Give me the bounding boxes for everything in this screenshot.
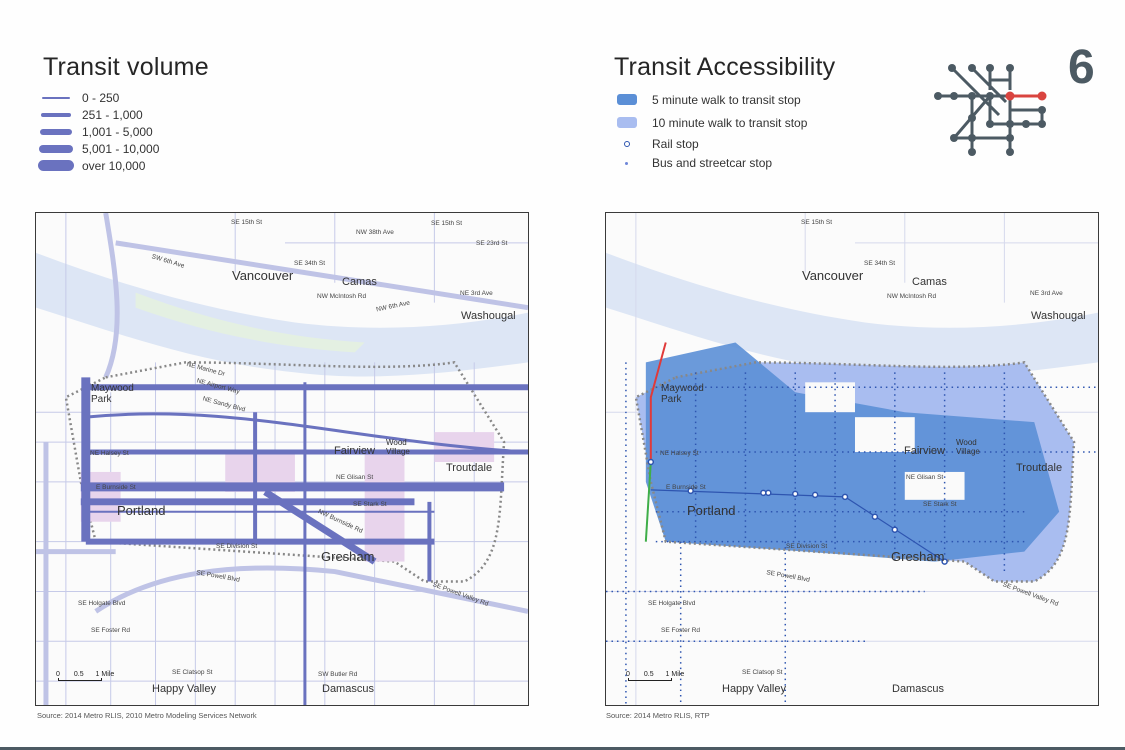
street-label: SE 15th St — [231, 219, 263, 226]
street-label: SW Butler Rd — [318, 671, 358, 678]
legend-item: Bus and streetcar stop — [617, 154, 772, 172]
street-label: SE 23rd St — [476, 240, 508, 247]
scale-tick: 1 — [95, 671, 100, 678]
legend-item: 251 - 1,000 — [38, 106, 143, 123]
scale-unit: Mile — [101, 671, 115, 678]
legend-item: 10 minute walk to transit stop — [617, 111, 807, 134]
city-label-damascus: Damascus — [892, 683, 944, 695]
legend-label: 0 - 250 — [82, 90, 120, 105]
street-label: SE Foster Rd — [661, 627, 701, 634]
street-label: NE Halsey St — [660, 450, 699, 457]
street-label: SE 15th St — [431, 220, 463, 227]
street-label: NE 3rd Ave — [460, 290, 493, 297]
legend-item: 0 - 250 — [38, 89, 119, 106]
bus-stop-icon — [625, 161, 628, 165]
scale-tick: 0.5 — [643, 671, 654, 678]
street-label: SE Division St — [216, 543, 258, 550]
legend-label: 1,001 - 5,000 — [82, 124, 153, 139]
scale-unit: Mile — [671, 671, 685, 678]
legend-item: 5 minute walk to transit stop — [617, 88, 801, 111]
city-label-vancouver: Vancouver — [802, 268, 864, 283]
street-label: SE 34th St — [294, 260, 326, 267]
city-label-fairview: Fairview — [904, 445, 945, 457]
page-number: 6 — [1068, 41, 1095, 94]
line-width-swatch — [41, 112, 71, 117]
legend-label: over 10,000 — [82, 158, 146, 173]
city-label-washougal: Washougal — [461, 310, 516, 322]
legend-item: Rail stop — [617, 134, 699, 154]
legend-label: 10 minute walk to transit stop — [652, 115, 808, 130]
transit-volume-title: Transit volume — [43, 53, 209, 81]
legend-item: over 10,000 — [38, 157, 145, 174]
five-minute-walk-swatch — [617, 94, 637, 105]
city-label-washougal: Washougal — [1031, 310, 1086, 322]
city-label-camas: Camas — [342, 276, 377, 288]
street-label: SE Holgate Blvd — [648, 600, 696, 607]
city-label-camas: Camas — [912, 276, 947, 288]
street-label: SE Stark St — [923, 501, 957, 508]
street-label: SE 15th St — [801, 219, 833, 226]
city-label-troutdale: Troutdale — [1016, 462, 1063, 474]
street-label: NW McIntosh Rd — [317, 293, 367, 300]
legend-label: 251 - 1,000 — [82, 107, 143, 122]
city-label-happy-valley: Happy Valley — [152, 683, 216, 695]
street-label: NE Glisan St — [906, 474, 944, 481]
street-label: SE Holgate Blvd — [78, 600, 126, 607]
source-note-left: Source: 2014 Metro RLIS, 2010 Metro Mode… — [37, 711, 257, 720]
city-label-portland: Portland — [687, 503, 736, 518]
line-width-swatch — [39, 144, 73, 153]
transit-accessibility-title: Transit Accessibility — [614, 53, 836, 81]
scale-bar: 0 0.5 1 Mile — [626, 671, 684, 681]
legend-item: 5,001 - 10,000 — [38, 140, 159, 157]
city-label-maywood-park: Maywood Park — [661, 383, 704, 405]
line-width-swatch — [40, 128, 72, 135]
scale-tick: 0 — [626, 671, 630, 678]
street-label: SE Foster Rd — [91, 627, 131, 634]
city-label-damascus: Damascus — [322, 683, 374, 695]
legend-label: 5,001 - 10,000 — [82, 141, 160, 156]
ten-minute-walk-swatch — [617, 117, 637, 128]
legend-item: 1,001 - 5,000 — [38, 123, 153, 140]
city-label-happy-valley: Happy Valley — [722, 683, 786, 695]
legend-label: Rail stop — [652, 137, 699, 151]
transit-accessibility-map[interactable]: Vancouver Camas Washougal Maywood Park F… — [605, 212, 1099, 706]
scale-bar: 0 0.5 1 Mile — [56, 671, 114, 681]
street-label: SE Division St — [786, 543, 828, 550]
street-label: SE 34th St — [864, 260, 896, 267]
street-label: E Burnside St — [666, 484, 706, 491]
street-label: NE Glisan St — [336, 474, 374, 481]
scale-tick: 1 — [665, 671, 670, 678]
city-label-wood-village: Wood Village — [956, 438, 980, 456]
scale-tick: 0 — [56, 671, 60, 678]
source-note-right: Source: 2014 Metro RLIS, RTP — [606, 711, 710, 720]
street-label: SE Clatsop St — [172, 669, 213, 676]
city-label-wood-village: Wood Village — [386, 438, 410, 456]
transit-accessibility-legend: 5 minute walk to transit stop 10 minute … — [617, 88, 807, 172]
street-label: NW 38th Ave — [356, 229, 394, 236]
transit-volume-map[interactable]: Vancouver Camas Washougal Maywood Park F… — [35, 212, 529, 706]
city-label-vancouver: Vancouver — [232, 268, 294, 283]
street-label: SE Stark St — [353, 501, 387, 508]
legend-label: Bus and streetcar stop — [652, 156, 773, 170]
street-label: SE Clatsop St — [742, 669, 783, 676]
street-label: NE Halsey St — [90, 450, 129, 457]
line-width-swatch — [38, 160, 74, 171]
city-label-portland: Portland — [117, 503, 166, 518]
city-label-fairview: Fairview — [334, 445, 375, 457]
city-label-gresham: Gresham — [891, 549, 945, 564]
street-label: NE 3rd Ave — [1030, 290, 1063, 297]
rail-stop-icon — [624, 141, 630, 147]
city-label-troutdale: Troutdale — [446, 462, 493, 474]
street-label: E Burnside St — [96, 484, 136, 491]
city-label-gresham: Gresham — [321, 549, 375, 564]
scale-tick: 0.5 — [73, 671, 84, 678]
legend-label: 5 minute walk to transit stop — [652, 92, 801, 107]
street-label: NW McIntosh Rd — [887, 293, 937, 300]
transit-volume-legend: 0 - 250 251 - 1,000 1,001 - 5,000 5,001 … — [38, 89, 159, 174]
city-label-maywood-park: Maywood Park — [91, 383, 134, 405]
transit-network-icon — [934, 64, 1047, 156]
line-width-swatch — [42, 96, 70, 99]
